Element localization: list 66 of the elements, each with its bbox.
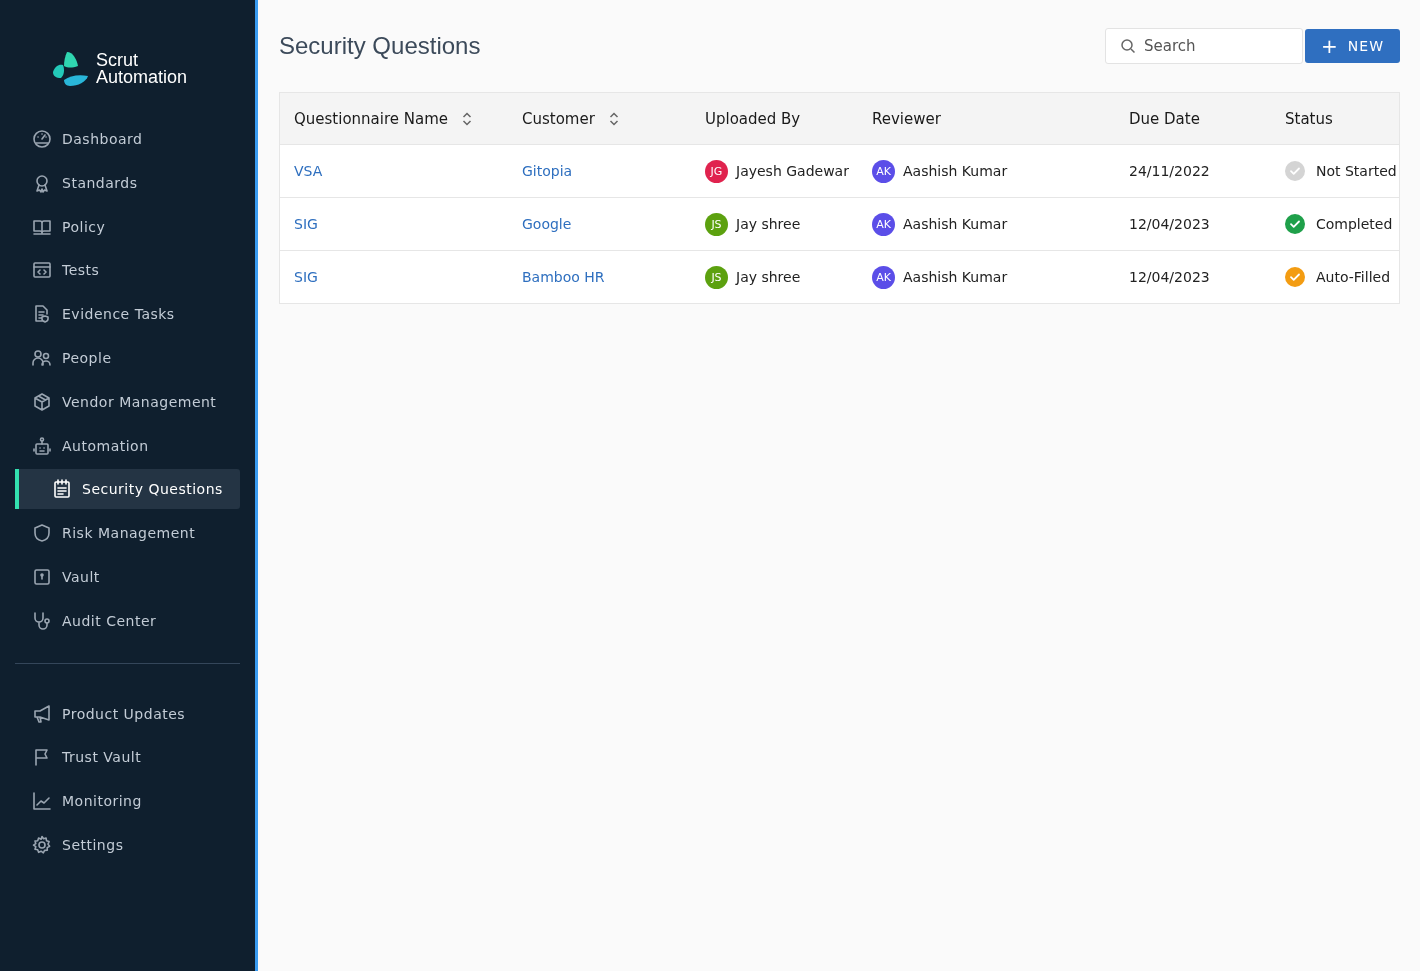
due-date: 12/04/2023 [1129,216,1210,232]
sidebar-item[interactable]: Settings [15,824,240,865]
uploader-name: Jay shree [736,269,801,285]
sidebar-item[interactable]: Audit Center [15,600,240,641]
stethoscope-icon [32,610,52,631]
reviewer-avatar: AK [872,265,895,289]
settings-icon [32,834,52,855]
column-header: Status [1285,109,1333,128]
sort-icon[interactable] [462,111,473,126]
sidebar-item[interactable]: Vault [15,556,240,597]
questionnaire-link[interactable]: VSA [294,163,323,179]
sidebar-item[interactable]: Automation [15,425,240,466]
new-button[interactable]: + NEW [1305,29,1400,63]
reviewer-avatar: AK [872,159,895,183]
sidebar-item[interactable]: Monitoring [15,781,240,822]
uploader-avatar: JG [705,159,728,183]
sidebar-item[interactable]: Product Updates [15,693,240,734]
sortable-column-header[interactable]: Customer [522,109,595,128]
customer-link[interactable]: Bamboo HR [522,269,605,285]
sidebar-item[interactable]: Trust Vault [15,737,240,778]
sortable-column-header[interactable]: Questionnaire Name [294,109,449,128]
reviewer-name: Aashish Kumar [903,216,1008,232]
document-shield-icon [32,304,52,325]
status-label: Auto-Filled [1316,269,1391,285]
sort-icon[interactable] [608,111,619,126]
due-date: 24/11/2022 [1129,163,1210,179]
reviewer-name: Aashish Kumar [903,269,1008,285]
uploader-name: Jay shree [736,216,801,232]
reviewer-avatar: AK [872,212,895,236]
line-chart-icon [32,791,52,812]
sidebar-item[interactable]: Vendor Management [15,381,240,422]
clipboard-icon [52,479,72,500]
sidebar-item[interactable]: Dashboard [15,119,240,159]
sidebar-item[interactable]: Policy [15,206,240,247]
robot-icon [32,435,52,456]
search-field[interactable]: Search [1105,28,1304,64]
sidebar-item[interactable]: Evidence Tasks [15,294,240,335]
logo-icon [50,50,90,88]
sidebar-item[interactable]: Security Questions [15,469,240,510]
column-header: Reviewer [872,109,941,128]
due-date: 12/04/2023 [1129,269,1210,285]
sidebar-item[interactable]: People [15,338,240,378]
gauge-icon [32,129,52,149]
shield-icon [32,523,52,544]
customer-link[interactable]: Google [522,216,572,232]
status-label: Completed [1316,216,1393,232]
status-label: Not Started [1316,163,1397,179]
uploader-avatar: JS [705,212,728,236]
sidebar-item[interactable]: Tests [15,250,240,291]
reviewer-name: Aashish Kumar [903,163,1008,179]
uploader-name: Jayesh Gadewar [736,163,849,179]
cube-icon [32,391,52,412]
column-header: Due Date [1129,109,1200,128]
sidebar-item[interactable]: Standards [15,162,240,203]
code-icon [32,260,52,281]
questionnaire-link[interactable]: SIG [294,269,318,285]
safe-icon [32,566,52,587]
column-header: Uploaded By [705,109,801,128]
uploader-avatar: JS [705,265,728,289]
sidebar-item[interactable]: Risk Management [15,513,240,554]
megaphone-icon [32,703,52,724]
customer-link[interactable]: Gitopia [522,163,573,179]
people-icon [32,348,52,368]
logo-text: Scrut Automation [96,52,188,86]
page-title: Security Questions [279,32,482,60]
questionnaire-link[interactable]: SIG [294,216,318,232]
